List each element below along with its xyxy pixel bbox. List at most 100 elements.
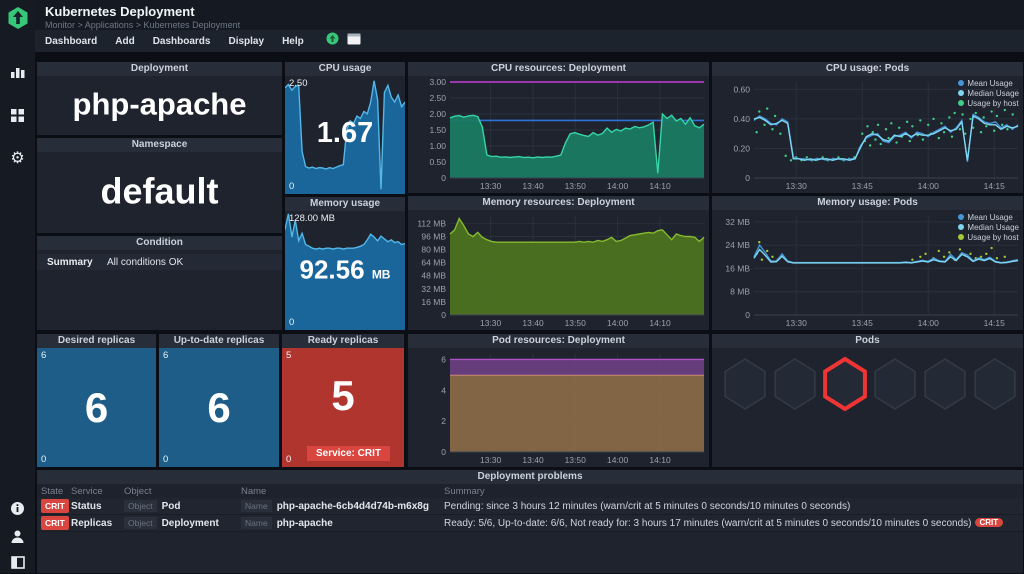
name-chip: Name [241, 500, 272, 512]
svg-text:0.60: 0.60 [733, 84, 750, 94]
desired-replicas-min: 0 [41, 454, 47, 465]
panel-desired-replicas-title: Desired replicas [37, 334, 156, 348]
panel-uptodate-replicas-title: Up-to-date replicas [159, 334, 279, 348]
pod-hexagon-ok[interactable] [724, 358, 766, 410]
deployment-name: php-apache [72, 86, 247, 122]
svg-text:32 MB: 32 MB [421, 284, 446, 294]
svg-text:14:00: 14:00 [918, 318, 940, 328]
summary-text: Ready: 5/6, Up-to-date: 6/6, Not ready f… [444, 517, 972, 529]
panel-ready-replicas-title: Ready replicas [282, 334, 404, 348]
panel-pods: Pods [712, 334, 1023, 467]
panel-deployment: Deployment php-apache [37, 62, 282, 135]
menu-dashboards[interactable]: Dashboards [153, 36, 211, 47]
monitor-nav-icon[interactable] [0, 60, 35, 84]
menu-add[interactable]: Add [115, 36, 134, 47]
setup-gear-icon[interactable]: ⚙ [0, 146, 35, 170]
checkmk-logo-icon[interactable] [0, 6, 35, 30]
svg-text:13:50: 13:50 [565, 181, 587, 191]
summary-crit-badge: CRIT [974, 517, 1004, 527]
sidebar-toggle-icon[interactable] [0, 550, 35, 574]
svg-text:14:10: 14:10 [649, 455, 671, 465]
svg-text:13:40: 13:40 [522, 318, 544, 328]
svg-text:1.00: 1.00 [429, 141, 446, 151]
svg-text:14:15: 14:15 [984, 318, 1006, 328]
menu-dashboard[interactable]: Dashboard [45, 36, 97, 47]
svg-text:13:30: 13:30 [786, 181, 808, 191]
svg-text:13:30: 13:30 [786, 318, 808, 328]
pod-hexagon-ok[interactable] [874, 358, 916, 410]
legend-dot-icon [958, 224, 965, 230]
object-chip: Object [124, 517, 157, 529]
panel-namespace: Namespace default [37, 138, 282, 233]
condition-label: Summary [47, 256, 93, 268]
chart-legend: Mean Usage Median Usage Usage by host [958, 78, 1019, 108]
panel-memory-pods-title: Memory usage: Pods [712, 196, 1023, 210]
legend-label: Mean Usage [967, 78, 1013, 88]
pod-hexagon-ok[interactable] [924, 358, 966, 410]
panel-cpu-pods: CPU usage: Pods 13:30 13:45 14:00 14:15 0 0.2… [712, 62, 1023, 193]
menu-help[interactable]: Help [282, 36, 304, 47]
panel-memory-usage-title: Memory usage [285, 197, 405, 211]
menu-display[interactable]: Display [228, 36, 264, 47]
legend-label: Usage by host [967, 98, 1019, 108]
panel-cpu-usage: CPU usage 2.50 0 1.67 [285, 62, 405, 194]
uptodate-replicas-value: 6 [207, 383, 231, 431]
user-icon[interactable] [0, 524, 35, 548]
svg-text:0: 0 [745, 310, 750, 320]
panel-pod-resources: Pod resources: Deployment 13:30 13:40 13:5… [408, 334, 709, 467]
memory-pods-chart: 13:30 13:45 14:00 14:15 0 8 MB 16 MB 24 MB 32 MB… [712, 210, 1023, 330]
panel-cpu-resources: CPU resources: Deployment 13:30 13:40 13:5… [408, 62, 709, 193]
svg-text:96 MB: 96 MB [421, 231, 446, 241]
pod-hexagon-crit[interactable] [823, 356, 867, 412]
col-state: State [41, 485, 64, 497]
cpu-pods-chart: 13:30 13:45 14:00 14:15 0 0.20 0.40 0.60 Mean Us… [712, 76, 1023, 193]
svg-text:0: 0 [745, 173, 750, 183]
panel-ready-replicas: Ready replicas 5 0 5 Service: CRIT [282, 334, 404, 467]
svg-text:1.50: 1.50 [429, 125, 446, 135]
desired-replicas-max: 6 [41, 350, 47, 361]
pod-resources-chart: 13:30 13:40 13:50 14:00 14:10 0 2 4 6 [408, 348, 709, 467]
pod-hexagon-ok[interactable] [774, 358, 816, 410]
svg-text:3.00: 3.00 [429, 77, 446, 87]
views-nav-icon[interactable] [0, 103, 35, 127]
legend-label: Median Usage [967, 222, 1019, 232]
panel-desired-replicas: Desired replicas 6 0 6 [37, 334, 156, 467]
svg-text:2: 2 [441, 416, 446, 426]
pod-hexagon-ok[interactable] [974, 358, 1016, 410]
name-value[interactable]: php-apache [277, 518, 333, 529]
name-chip: Name [241, 517, 272, 529]
svg-text:14:00: 14:00 [607, 455, 629, 465]
panel-condition: Condition Summary All conditions OK [37, 236, 282, 330]
svg-text:48 MB: 48 MB [421, 271, 446, 281]
panel-memory-usage: Memory usage 128.00 MB 0 92.56 MB [285, 197, 405, 330]
info-icon[interactable] [0, 496, 35, 520]
svg-text:13:30: 13:30 [480, 455, 502, 465]
svg-text:0: 0 [441, 173, 446, 183]
svg-text:14:00: 14:00 [607, 181, 629, 191]
panel-memory-pods: Memory usage: Pods 13:30 13:45 14:00 14:15 0… [712, 196, 1023, 330]
svg-text:16 MB: 16 MB [725, 263, 750, 273]
memory-resources-chart: 13:30 13:40 13:50 14:00 14:10 0 16 MB 32 MB 48 M… [408, 210, 709, 330]
svg-text:13:30: 13:30 [480, 181, 502, 191]
service-link[interactable]: Replicas [71, 518, 124, 529]
status-green-icon[interactable] [326, 32, 339, 50]
svg-text:8 MB: 8 MB [730, 287, 750, 297]
service-crit-badge[interactable]: Service: CRIT [306, 446, 390, 461]
svg-text:13:50: 13:50 [565, 318, 587, 328]
panel-pod-resources-title: Pod resources: Deployment [408, 334, 709, 348]
svg-text:13:40: 13:40 [522, 455, 544, 465]
svg-text:6: 6 [441, 354, 446, 364]
col-name: Name [241, 485, 267, 497]
legend-label: Median Usage [967, 88, 1019, 98]
window-icon[interactable] [347, 32, 361, 50]
condition-summary-row: Summary All conditions OK [37, 254, 282, 270]
svg-text:14:00: 14:00 [607, 318, 629, 328]
service-link[interactable]: Status [71, 501, 124, 512]
cpu-usage-chart: 2.50 0 1.67 [285, 76, 405, 194]
table-row: CRIT Replicas Object Deployment Name php-a… [37, 515, 1023, 532]
name-value[interactable]: php-apache-6cb4d4d74b-m6x8g [277, 501, 429, 512]
svg-text:24 MB: 24 MB [725, 240, 750, 250]
panel-uptodate-replicas: Up-to-date replicas 6 0 6 [159, 334, 279, 467]
desired-replicas-value: 6 [84, 383, 109, 431]
page-title: Kubernetes Deployment [45, 4, 195, 19]
